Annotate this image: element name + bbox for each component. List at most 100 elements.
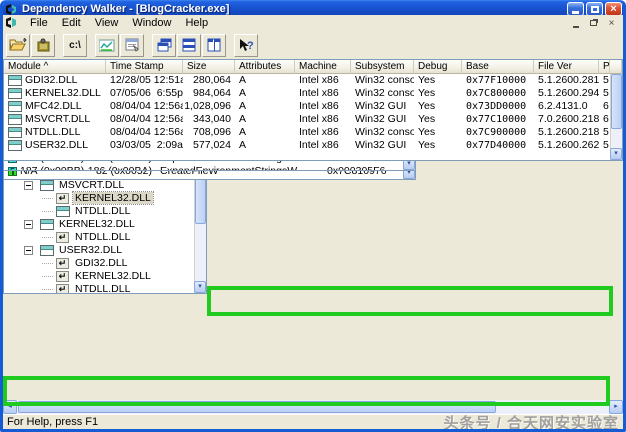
module-row[interactable]: MFC42.DLL 08/04/04 12:56a 1,028,096 A Intel … [4,100,610,113]
column-header-module-[interactable]: Module ^ [4,60,106,74]
cell: CreatePipe [156,178,323,179]
menubar: File Edit View Window Help × [3,15,623,31]
column-header-debug[interactable]: Debug [414,60,462,74]
cell: 0x77C10000 [466,114,527,125]
cell: 07/05/06 6:55p [110,87,183,99]
column-header-subsystem[interactable]: Subsystem [351,60,414,74]
tree-expander[interactable] [24,220,33,229]
import-row[interactable]: N/A97 (0x0061)CreatePipe0x7C81DD9A [4,178,403,179]
tile-vertical-button[interactable] [202,33,226,57]
tree-item-label: KERNEL32.DLL [59,218,135,230]
cascade-windows-button[interactable] [152,33,176,57]
tree-item-label: NTDLL.DLL [75,231,131,243]
mdi-document-icon[interactable] [5,16,19,30]
cell: 0x7C81DD9A [323,178,403,179]
tree-expander[interactable] [24,181,33,190]
module-row[interactable]: NTDLL.DLL 08/04/04 12:56a 708,096 A Intel x8… [4,126,610,139]
cell: 0x77F10000 [466,75,527,86]
cell: Win32 console [355,74,414,86]
module-icon [8,75,22,86]
svg-text:?: ? [247,40,254,52]
cell: 5.1.2600.2180 [538,126,599,138]
tile-horizontal-button[interactable] [177,33,201,57]
cell: 280,064 [193,74,231,86]
tree-connector [42,276,53,277]
maximize-button[interactable] [586,2,603,16]
app-icon [4,3,18,16]
module-row[interactable]: USER32.DLL 03/03/05 2:09a 577,024 A Intel x8… [4,139,610,152]
scroll-down-button[interactable]: ▾ [194,281,206,293]
cell: 5 [603,139,609,151]
module-row[interactable]: MSVCRT.DLL 08/04/04 12:56a 343,040 A Intel x… [4,113,610,126]
tile-horizontal-icon [182,38,196,52]
column-header-time-stamp[interactable]: Time Stamp [106,60,183,74]
column-header-file-ver[interactable]: File Ver [534,60,599,74]
minimize-button[interactable] [567,2,584,16]
cell: 1,028,096 [184,100,231,112]
tree-item-kernel32-dll[interactable]: KERNEL32.DLL [4,191,194,205]
cell: 0x77D40000 [466,140,527,151]
tree-expander[interactable] [24,246,33,255]
scroll-down-button[interactable]: ▾ [610,148,622,160]
open-folder-icon [9,38,27,51]
tree-item-kernel32-dll[interactable]: KERNEL32.DLL [4,218,194,231]
modules-panel: Module ^ Time Stamp Size Attributes Machine S… [3,59,623,161]
menu-edit[interactable]: Edit [55,16,88,30]
open-file-button[interactable] [6,33,30,57]
modules-vscrollbar[interactable]: ▴▾ [610,60,622,160]
cell: 5 [603,87,609,99]
mdi-close-button[interactable]: × [604,17,619,30]
export-row[interactable]: 187 (0x00BB)186 (0x00BA)ExpandEnvironmen… [4,165,403,170]
cell: 7.0.2600.2180 [538,113,599,125]
cell: 187 (0x00BB) [4,165,86,170]
menu-window[interactable]: Window [125,16,178,30]
cdrive-icon: c:\ [69,39,81,51]
cell: 6 [603,113,609,125]
tree-item-ntdll-dll[interactable]: NTDLL.DLL [4,283,194,293]
cell: Yes [418,74,436,86]
module-row[interactable]: KERNEL32.DLL 07/05/06 6:55p 984,064 A Intel … [4,87,610,100]
cell: 708,096 [193,126,231,138]
cell: A [239,87,247,99]
tree-item-label: MSVCRT.DLL [59,179,125,191]
cell: A [239,139,247,151]
close-button[interactable]: × [605,2,622,16]
menu-help[interactable]: Help [178,16,215,30]
tile-vertical-icon [207,38,221,52]
scroll-thumb[interactable] [18,401,496,413]
mdi-restore-button[interactable] [586,17,601,30]
duplicate-module-icon [56,258,69,269]
cell: 343,040 [193,113,231,125]
cell: 577,024 [193,139,231,151]
watermark: 头条号 / 合天网安实验室 [443,414,619,432]
cell: Intel x86 [299,126,339,138]
view-full-paths-button[interactable]: c:\ [63,33,87,57]
scroll-left-button[interactable]: ◂ [3,400,17,414]
column-header-size[interactable]: Size [183,60,235,74]
cell: GDI32.DLL [4,74,106,87]
column-header-machine[interactable]: Machine [295,60,351,74]
tree-item-gdi32-dll[interactable]: GDI32.DLL [4,257,194,270]
cell: Yes [418,87,436,99]
tree-item-kernel32-dll[interactable]: KERNEL32.DLL [4,270,194,283]
mdi-minimize-button[interactable] [568,17,583,30]
column-header-base[interactable]: Base [462,60,534,74]
save-button[interactable] [31,33,55,57]
tree-item-user32-dll[interactable]: USER32.DLL [4,244,194,257]
tree-item-ntdll-dll[interactable]: NTDLL.DLL [4,205,194,218]
column-header-p[interactable]: P [599,60,610,74]
module-row[interactable]: GDI32.DLL 12/28/05 12:51a 280,064 A Intel x8… [4,74,610,87]
undecorate-functions-button[interactable] [95,33,119,57]
scroll-thumb[interactable] [611,74,622,129]
tree-item-ntdll-dll[interactable]: NTDLL.DLL [4,231,194,244]
cell: A [239,100,247,112]
column-header-attributes[interactable]: Attributes [235,60,295,74]
duplicate-module-icon [56,232,69,243]
cell: 5.1.2600.2945 [538,87,599,99]
menu-file[interactable]: File [23,16,55,30]
tree-item-msvcrt-dll[interactable]: MSVCRT.DLL [4,179,194,192]
configure-viewer-button[interactable] [120,33,144,57]
menu-view[interactable]: View [88,16,126,30]
context-help-button[interactable]: ? [234,33,258,57]
annotation-box-exitprocess [207,286,613,316]
